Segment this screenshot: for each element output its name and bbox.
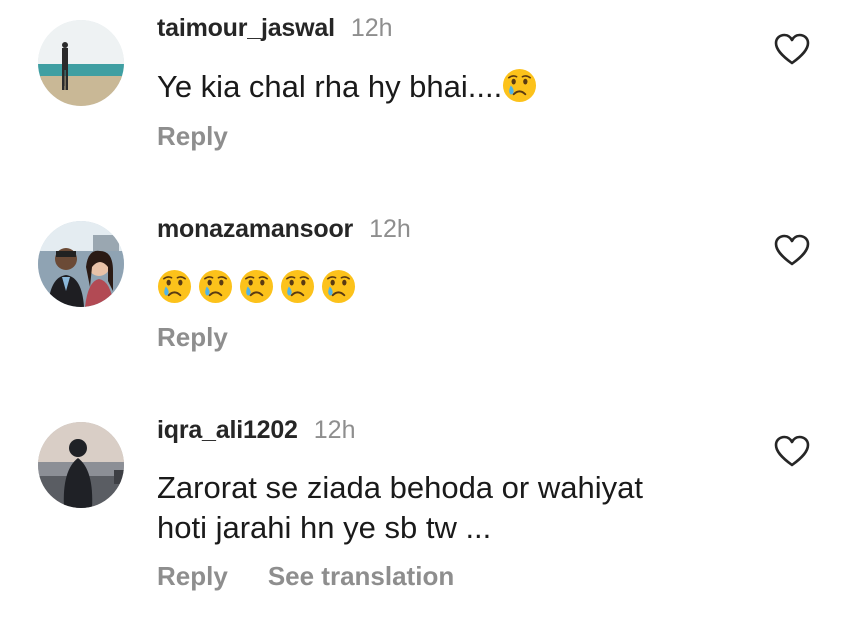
username[interactable]: taimour_jaswal xyxy=(157,14,335,43)
see-translation-button[interactable]: See translation xyxy=(268,561,454,592)
reply-button[interactable]: Reply xyxy=(157,322,228,353)
avatar[interactable] xyxy=(38,20,124,106)
avatar[interactable] xyxy=(38,221,124,307)
avatar-photo xyxy=(38,422,124,508)
like-heart-icon[interactable] xyxy=(773,233,811,267)
avatar-photo xyxy=(38,20,124,106)
crying-face-emoji xyxy=(502,68,537,103)
crying-face-emoji xyxy=(239,269,274,304)
emoji-reaction-row xyxy=(157,269,356,304)
crying-face-emoji xyxy=(280,269,315,304)
reply-button[interactable]: Reply xyxy=(157,121,228,152)
comment-text-content: Ye kia chal rha hy bhai.... xyxy=(157,69,503,104)
avatar[interactable] xyxy=(38,422,124,508)
like-heart-icon[interactable] xyxy=(773,434,811,468)
timestamp: 12h xyxy=(350,14,393,42)
comment-text: Ye kia chal rha hy bhai.... xyxy=(157,65,537,109)
crying-face-emoji xyxy=(198,269,233,304)
crying-face-emoji xyxy=(321,269,356,304)
like-heart-icon[interactable] xyxy=(773,32,811,66)
avatar-photo xyxy=(38,221,124,307)
reply-button[interactable]: Reply xyxy=(157,561,228,592)
comment-text-line-1: Zarorat se ziada behoda or wahiyat xyxy=(157,470,643,505)
timestamp: 12h xyxy=(313,416,356,444)
timestamp: 12h xyxy=(369,215,411,243)
username[interactable]: iqra_ali1202 xyxy=(157,416,298,445)
username[interactable]: monazamansoor xyxy=(157,215,353,244)
comment-text-line-2: hoti jarahi hn ye sb tw ... xyxy=(157,510,492,545)
crying-face-emoji xyxy=(157,269,192,304)
